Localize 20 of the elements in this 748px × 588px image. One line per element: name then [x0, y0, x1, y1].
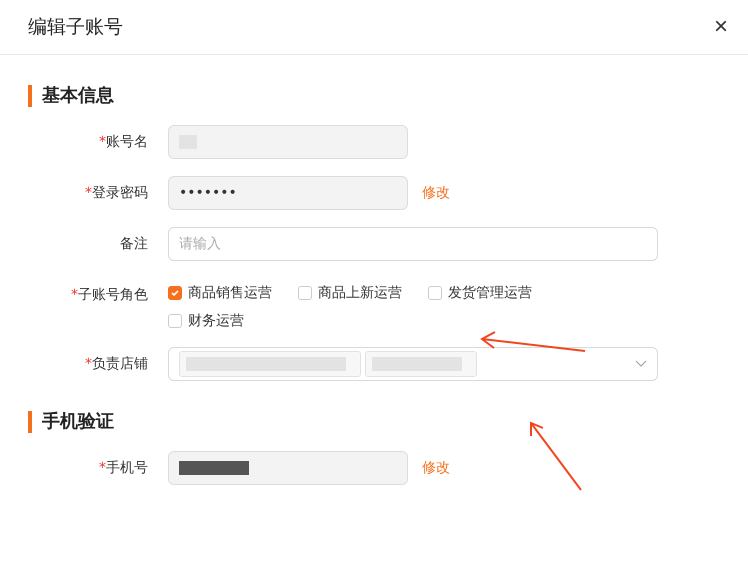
input-field[interactable] — [168, 451, 408, 485]
role-checkbox[interactable]: 财务运营 — [168, 312, 244, 330]
role-checkbox[interactable]: 商品销售运营 — [168, 284, 272, 302]
check-icon — [170, 288, 180, 298]
close-button[interactable]: × — [708, 13, 734, 41]
field-label: *子账号角色 — [70, 286, 149, 305]
role-checkbox[interactable]: 商品上新运营 — [298, 284, 402, 302]
field-label: 备注 — [119, 235, 149, 254]
dialog-title: 编辑子账号 — [28, 15, 123, 40]
section-title: 手机验证 — [28, 411, 748, 433]
chevron-icon — [635, 360, 647, 368]
input-field[interactable] — [168, 125, 408, 159]
section-title: 基本信息 — [28, 85, 748, 107]
field-label: *账号名 — [98, 133, 149, 152]
select-field[interactable] — [168, 347, 658, 381]
password-field[interactable]: ••••••• — [168, 176, 408, 210]
field-label: *手机号 — [98, 459, 149, 478]
field-label: *负责店铺 — [84, 355, 149, 374]
role-checkbox[interactable]: 发货管理运营 — [428, 284, 532, 302]
field-label: *登录密码 — [84, 184, 149, 203]
